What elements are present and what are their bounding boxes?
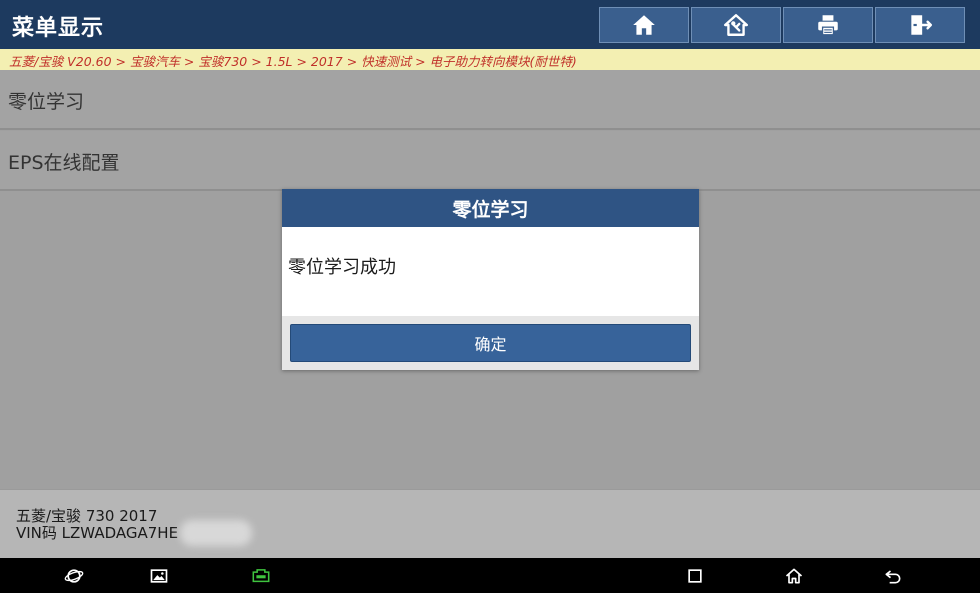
vin-redaction	[180, 520, 252, 546]
vehicle-info: 五菱/宝骏 730 2017 VIN码 LZWADAGA7HE	[16, 508, 178, 542]
back-button[interactable]	[882, 565, 904, 587]
diagnose-home-icon	[723, 14, 749, 36]
printer-icon	[818, 15, 838, 36]
exit-button[interactable]	[875, 7, 965, 43]
gallery-button[interactable]	[148, 565, 170, 587]
exit-icon	[911, 15, 933, 35]
print-button[interactable]	[783, 7, 873, 43]
result-dialog: 零位学习 零位学习成功 确定	[282, 189, 699, 370]
diagnose-home-button[interactable]	[691, 7, 781, 43]
browser-button[interactable]	[63, 565, 85, 587]
app-header: 菜单显示	[0, 0, 980, 49]
dialog-title: 零位学习	[282, 189, 699, 227]
vehicle-info-footer: 五菱/宝骏 730 2017 VIN码 LZWADAGA7HE	[0, 489, 980, 558]
ok-button[interactable]: 确定	[290, 324, 691, 362]
vci-icon	[252, 569, 270, 583]
home-icon	[785, 568, 803, 584]
recent-apps-button[interactable]	[684, 565, 706, 587]
dialog-message: 零位学习成功	[282, 227, 699, 316]
vin-number: VIN码 LZWADAGA7HE	[16, 524, 179, 542]
page-title: 菜单显示	[12, 16, 105, 41]
home-button[interactable]	[599, 7, 689, 43]
android-home-button[interactable]	[783, 565, 805, 587]
breadcrumb: 五菱/宝骏 V20.60 > 宝骏汽车 > 宝骏730 > 1.5L > 201…	[0, 49, 980, 70]
home-icon	[633, 15, 655, 35]
vehicle-model: 五菱/宝骏 730 2017	[16, 507, 158, 525]
vci-button[interactable]	[248, 565, 274, 587]
system-navbar	[0, 558, 980, 593]
browser-icon	[64, 569, 84, 583]
gallery-icon	[150, 569, 168, 583]
recent-apps-icon	[688, 569, 702, 583]
back-icon	[885, 570, 901, 584]
